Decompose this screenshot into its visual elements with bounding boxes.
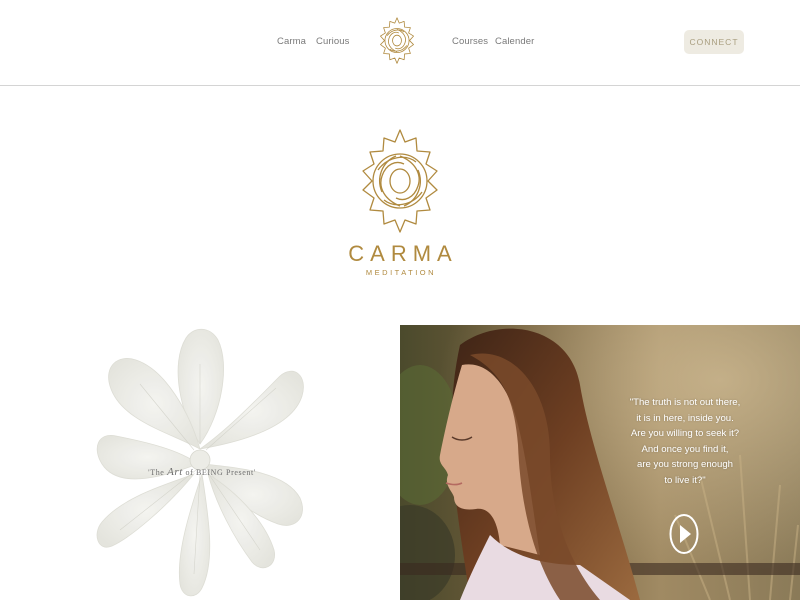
nav-link-carma[interactable]: Carma — [277, 36, 306, 47]
caption-pre: 'The — [148, 468, 168, 477]
white-flower-image — [96, 328, 304, 597]
nav-link-calender[interactable]: Calender — [495, 36, 534, 47]
lotus-mandala-icon — [362, 129, 438, 233]
caption-art: Art — [167, 466, 183, 478]
nav-link-curious[interactable]: Curious — [316, 36, 349, 47]
connect-button[interactable]: CONNECT — [684, 30, 744, 54]
play-icon[interactable] — [669, 513, 699, 555]
caption-post: of BEING Present' — [182, 468, 256, 477]
quote-line: to live it?" — [664, 474, 706, 486]
brand-title: CARMA — [348, 241, 458, 266]
nav-link-courses[interactable]: Courses — [452, 36, 488, 47]
site-header: Carma Curious Courses Calender CONNECT — [0, 0, 800, 86]
quote-line: Are you willing to seek it? — [630, 428, 740, 440]
quote-line: "The truth is not out there, — [629, 397, 741, 408]
flower-caption: 'The Art of BEING Present' — [112, 466, 292, 478]
quote-line: are you strong enough — [636, 459, 733, 471]
quote-line: And once you find it, — [641, 443, 729, 455]
video-quote: "The truth is not out there, it is in he… — [612, 395, 758, 489]
lotus-mandala-icon[interactable] — [379, 16, 415, 66]
brand-subtitle: MEDITATION — [365, 268, 437, 277]
quote-line: it is in here, inside you. — [636, 412, 734, 424]
